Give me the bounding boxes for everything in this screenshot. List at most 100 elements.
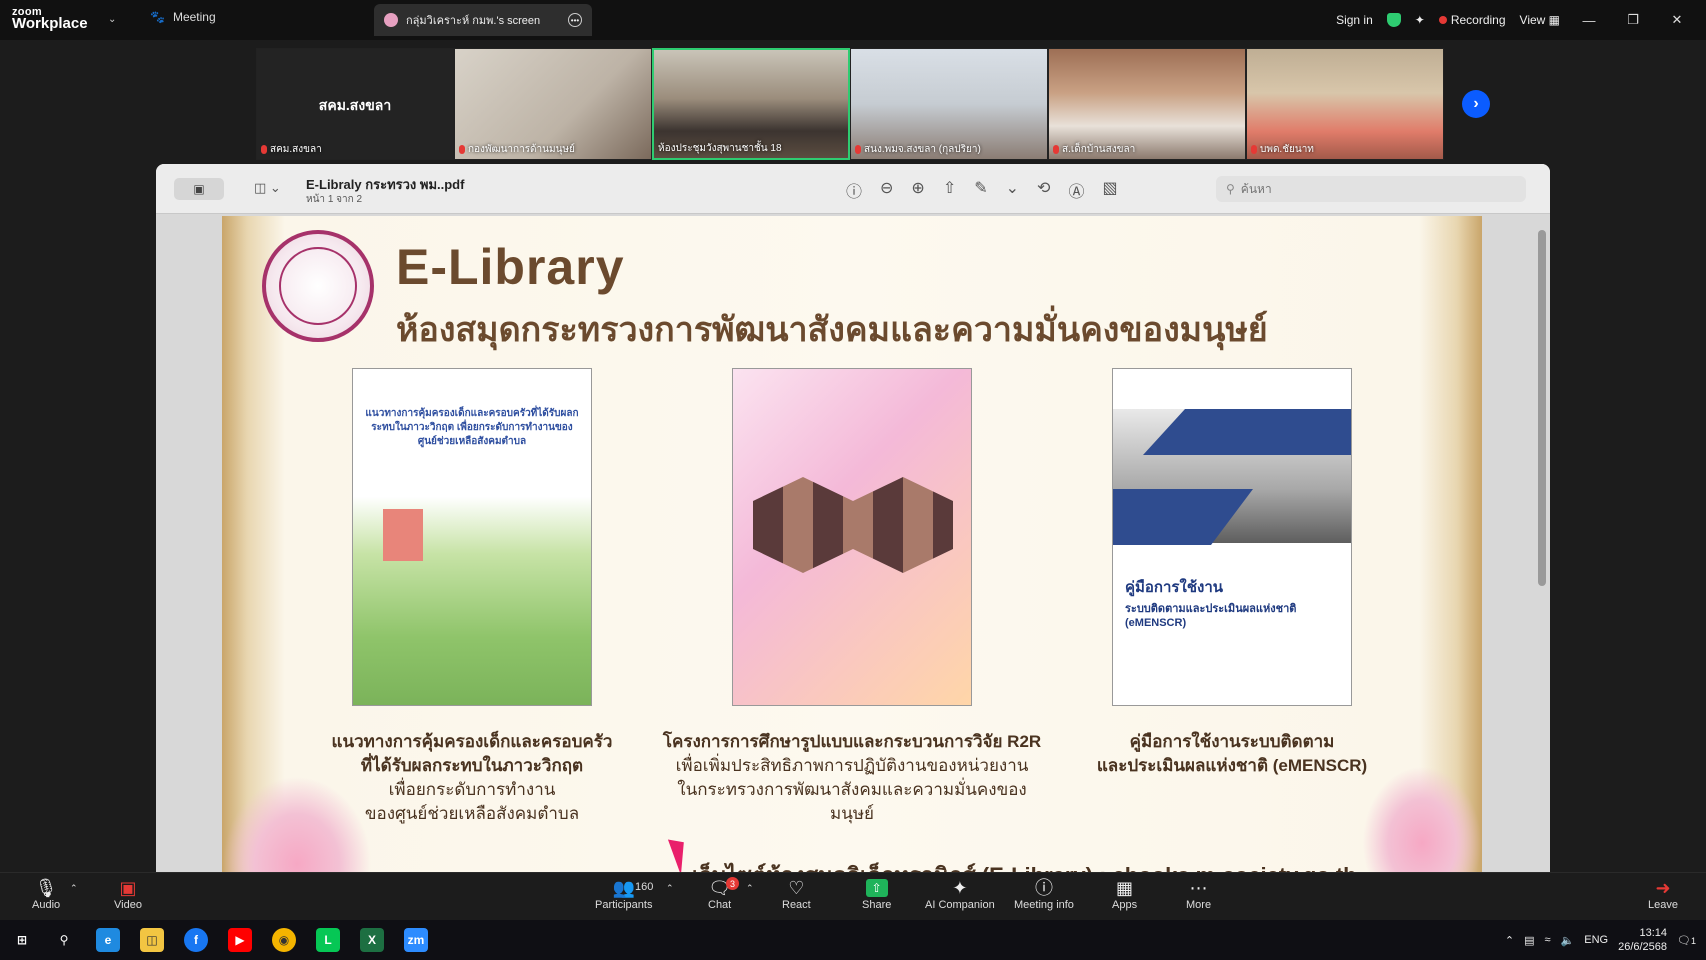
react-button[interactable]: ♡ React — [782, 877, 811, 911]
search-icon: ⚲ — [1226, 182, 1235, 196]
chat-button[interactable]: 🗨 3 Chat — [708, 877, 739, 911]
restore-icon[interactable]: ❐ — [1618, 12, 1648, 28]
form-icon[interactable]: ▧ — [1102, 178, 1117, 202]
chat-label: Chat — [708, 899, 732, 911]
markup-pen-icon[interactable]: ✎ — [974, 178, 987, 202]
apps-button[interactable]: ▦ Apps — [1112, 877, 1137, 911]
sidebar-toggle-icon[interactable]: ◫ ⌄ — [254, 180, 281, 196]
zoom-logo[interactable]: zoom Workplace — [12, 6, 88, 31]
meeting-tab[interactable]: 🐾 Meeting — [150, 10, 216, 24]
chevron-down-icon[interactable]: ⌄ — [1006, 178, 1019, 202]
participants-options-caret[interactable]: ⌃ — [666, 883, 674, 894]
language-indicator[interactable]: ENG — [1584, 934, 1608, 946]
video-tile[interactable]: สคม.สงขลา สคม.สงขลา — [256, 48, 454, 160]
page-indicator: หน้า 1 จาก 2 — [306, 194, 363, 205]
facebook-icon[interactable]: f — [184, 928, 208, 952]
info-icon[interactable]: ⓘ — [846, 178, 862, 202]
book-cover-3-title: คู่มือการใช้งาน — [1125, 579, 1223, 596]
sign-in-button[interactable]: Sign in — [1336, 13, 1373, 27]
ai-companion-button[interactable]: ✦ AI Companion — [925, 877, 995, 911]
book-cover-1-text: แนวทางการคุ้มครองเด็กและครอบครัวที่ได้รั… — [365, 408, 579, 447]
excel-icon[interactable]: X — [360, 928, 384, 952]
edge-browser-icon[interactable]: e — [96, 928, 120, 952]
video-tile[interactable]: กองพัฒนาการด้านมนุษย์ — [454, 48, 652, 160]
viewer-search-box[interactable]: ⚲ — [1216, 176, 1526, 202]
react-label: React — [782, 899, 811, 911]
audio-options-caret[interactable]: ⌃ — [70, 883, 78, 894]
zoom-app-icon[interactable]: zm — [404, 928, 428, 952]
mic-muted-icon — [855, 145, 861, 154]
wifi-icon[interactable]: ≈ — [1544, 934, 1550, 946]
paw-icon: 🐾 — [150, 10, 165, 24]
chrome-icon[interactable]: ◉ — [272, 928, 296, 952]
video-button[interactable]: ▣ Video — [114, 877, 142, 911]
zoom-out-icon[interactable]: ⊖ — [880, 178, 893, 202]
windows-start-icon[interactable]: ⊞ — [10, 928, 34, 952]
avatar-icon — [384, 13, 398, 27]
caption-line: ในกระทรวงการพัฒนาสังคมและความมั่นคงของมน… — [677, 780, 1027, 823]
page-title: E-Library — [396, 239, 625, 295]
search-input[interactable] — [1240, 182, 1491, 196]
caption-line: ที่ได้รับผลกระทบในภาวะวิกฤต — [360, 756, 584, 775]
video-tile[interactable]: ส.เด็กบ้านสงขลา — [1048, 48, 1246, 160]
video-strip: สคม.สงขลา สคม.สงขลา กองพัฒนาการด้านมนุษย… — [256, 48, 1444, 160]
chevron-up-icon[interactable]: ⌃ — [1505, 934, 1514, 947]
notification-count: 1 — [1690, 935, 1696, 946]
file-explorer-icon[interactable]: ◫ — [140, 928, 164, 952]
audio-button[interactable]: 🎙 Audio — [32, 877, 60, 911]
book-caption-2: โครงการการศึกษารูปแบบและกระบวนการวิจัย R… — [662, 730, 1042, 826]
leave-label: Leave — [1648, 899, 1678, 911]
caption-line: แนวทางการคุ้มครองเด็กและครอบครัว — [331, 732, 613, 751]
participants-icon: 👥 — [612, 878, 635, 898]
video-tile[interactable]: บพด.ชัยนาท — [1246, 48, 1444, 160]
scrollbar-thumb[interactable] — [1538, 230, 1546, 586]
more-options-icon[interactable]: ••• — [568, 13, 582, 27]
clock[interactable]: 13:14 26/6/2568 — [1618, 926, 1667, 954]
sparkle-icon: ✦ — [952, 878, 968, 898]
notification-icon[interactable]: 🗨1 — [1677, 934, 1696, 947]
zoom-in-icon[interactable]: ⊕ — [911, 178, 924, 202]
participants-count: 160 — [635, 881, 654, 893]
close-icon[interactable]: ✕ — [1662, 12, 1692, 28]
share-label: Share — [862, 899, 892, 911]
annotate-icon[interactable]: Ⓐ — [1068, 178, 1084, 202]
video-tile[interactable]: สนง.พมจ.สงขลา (กุลปริยา) — [850, 48, 1048, 160]
ministry-seal-icon — [262, 230, 374, 342]
clock-time: 13:14 — [1639, 927, 1668, 939]
next-page-chevron-icon[interactable]: › — [1462, 90, 1490, 118]
minimize-icon[interactable]: — — [1574, 13, 1604, 28]
participants-label: Participants — [595, 899, 653, 911]
rotate-icon[interactable]: ⟲ — [1037, 178, 1050, 202]
chat-unread-badge: 3 — [726, 877, 739, 890]
pdf-page: E-Library ห้องสมุดกระทรวงการพัฒนาสังคมแล… — [222, 216, 1482, 872]
video-camera-off-icon: ▣ — [119, 878, 137, 898]
more-button[interactable]: ⋯ More — [1186, 877, 1211, 911]
sparkle-icon[interactable]: ✦ — [1415, 13, 1425, 27]
participant-name: ส.เด็กบ้านสงขลา — [1053, 142, 1135, 157]
network-icon[interactable]: ▤ — [1524, 934, 1534, 947]
volume-icon[interactable]: 🔈 — [1561, 934, 1575, 947]
line-app-icon[interactable]: L — [316, 928, 340, 952]
participants-button[interactable]: 👥 160 Participants — [595, 877, 654, 911]
record-dot-icon — [1438, 16, 1447, 24]
page-subtitle: ห้องสมุดกระทรวงการพัฒนาสังคมและความมั่นค… — [396, 311, 1268, 349]
search-icon[interactable]: ⚲ — [52, 928, 76, 952]
shared-screen-tab[interactable]: กลุ่มวิเคราะห์ กมพ.'s screen ••• — [374, 4, 592, 36]
view-button[interactable]: View ▦ — [1520, 13, 1560, 27]
chat-options-caret[interactable]: ⌃ — [746, 883, 754, 894]
book-cover-3: คู่มือการใช้งาน ระบบติดตามและประเมินผลแห… — [1112, 368, 1352, 706]
recording-indicator[interactable]: Recording — [1438, 13, 1506, 27]
share-icon[interactable]: ⇧ — [943, 178, 956, 202]
thumbnail-view-button[interactable]: ▣ — [174, 178, 224, 200]
leave-button[interactable]: ➜ Leave — [1648, 877, 1678, 911]
shield-icon[interactable] — [1386, 13, 1401, 27]
meeting-info-button[interactable]: ⓘ Meeting info — [1014, 877, 1074, 911]
chevron-down-icon[interactable]: ⌄ — [108, 14, 116, 25]
video-tile-active-speaker[interactable]: ห้องประชุมวังสุพานชาชั้น 18 — [652, 48, 850, 160]
youtube-icon[interactable]: ▶ — [228, 928, 252, 952]
viewer-scrollbar[interactable] — [1538, 224, 1546, 824]
participant-display-name: สคม.สงขลา — [318, 97, 392, 113]
leave-door-icon: ➜ — [1655, 878, 1671, 898]
mic-muted-icon — [459, 145, 465, 154]
share-button[interactable]: ⇧ Share — [862, 877, 891, 911]
